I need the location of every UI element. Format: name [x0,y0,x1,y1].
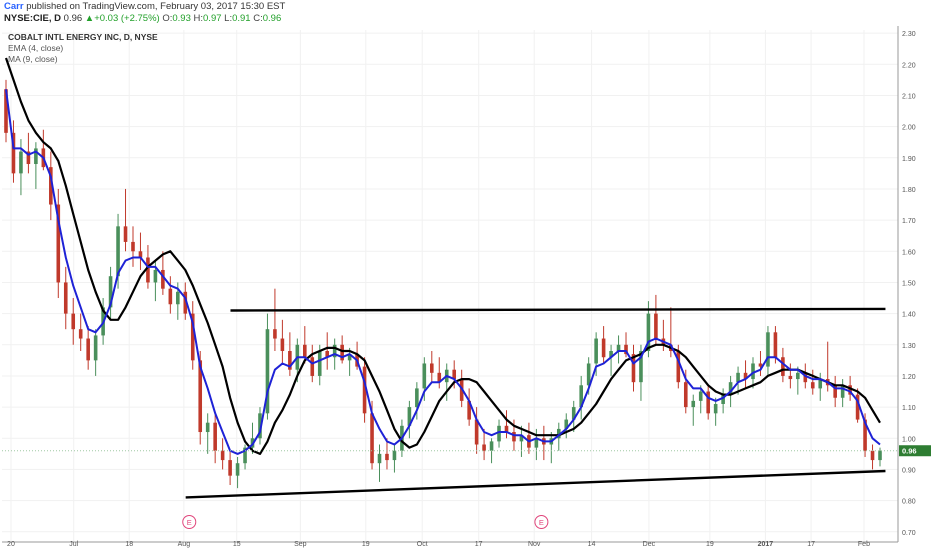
candle-body [220,450,225,461]
time-tick-label: 2017 [758,541,774,548]
candle-body [116,226,120,277]
candle-body [280,338,285,352]
candle-body [176,291,180,305]
candle-body [713,403,718,414]
time-tick-label: 18 [125,541,133,548]
last-price-value: 0.96 [902,447,917,456]
candle-body [213,422,217,451]
price-tick-label: 1.10 [902,405,916,412]
candle-body [205,422,210,433]
candle-body [370,413,374,464]
candle-body [78,329,83,339]
time-tick-label: 19 [362,541,370,548]
time-tick-label: Dec [643,541,656,548]
candle-body [385,453,389,461]
price-tick-label: 1.40 [902,312,916,319]
legend-symbol-name: COBALT INTL ENERGY INC, D, NYSE [8,32,158,42]
price-tick-label: 1.30 [902,343,916,350]
price-tick-label: 1.70 [902,218,916,225]
candle-body [594,338,598,364]
time-tick-label: 17 [807,541,815,548]
candle-body [840,385,845,398]
price-tick-label: 2.20 [902,62,916,69]
candle-body [93,335,98,361]
price-tick-label: 1.20 [902,374,916,381]
earnings-letter: E [539,518,544,527]
price-tick-label: 2.10 [902,93,916,100]
candle-body [415,388,419,408]
candle-body [878,450,882,461]
candle-body [310,357,315,376]
candle-body [788,375,793,380]
candle-body [303,344,307,358]
candle-body [123,226,128,242]
price-tick-label: 1.50 [902,280,916,287]
time-tick-label: 19 [706,541,714,548]
time-tick-label: Feb [858,541,870,548]
price-tick-label: 0.70 [902,530,916,537]
candle-body [781,357,785,376]
candle-body [810,382,815,389]
candle-body [235,463,240,476]
time-tick-label: 15 [233,541,241,548]
legend-ma: MA (9, close) [8,54,58,64]
time-tick-label: 14 [588,541,596,548]
chart-background [0,26,932,550]
candle-body [870,450,875,461]
candle-body [71,313,76,330]
candle-body [422,363,427,389]
candle-down [56,188,61,299]
candle-body [377,453,382,464]
candle-body [153,269,158,283]
time-tick-label: Sep [294,541,307,548]
candle-body [796,372,800,380]
legend-ema: EMA (4, close) [8,43,64,53]
price-tick-label: 1.00 [902,436,916,443]
candle-body [317,351,322,376]
price-tick-label: 1.90 [902,156,916,163]
time-tick-label: 20 [7,541,15,548]
candle-body [766,332,770,367]
candle-body [429,363,434,373]
candle-body [273,329,277,339]
candle-body [489,441,494,451]
time-tick-label: 17 [475,541,483,548]
candle-body [482,444,486,451]
candle-body [601,338,606,358]
candle-body [698,391,703,401]
candle-body [773,332,778,358]
time-tick-label: Jul [69,541,78,548]
candle-body [691,400,696,408]
candle-body [512,432,516,442]
earnings-marker[interactable]: E [534,515,549,529]
candle-body [654,313,658,339]
candle-body [86,338,90,361]
price-tick-label: 2.30 [902,31,916,38]
trendline-resistance[interactable] [230,307,886,312]
time-tick-label: Oct [417,541,428,548]
earnings-marker[interactable]: E [182,515,197,529]
price-chart[interactable]: 0.70 0.80 0.90 1.00 1.10 1.20 1.30 1.40 1.50 1.60… [0,0,932,550]
time-tick-label: Aug [178,541,191,548]
candle-body [19,151,23,174]
price-tick-label: 1.60 [902,249,916,256]
candle-body [63,282,68,314]
candle-body [683,382,688,408]
candle-body [168,288,173,305]
time-tick-label: Nov [528,541,541,548]
price-tick-label: 1.80 [902,187,916,194]
earnings-letter: E [187,518,192,527]
candle-body [392,450,397,461]
candle-body [131,241,135,252]
price-tick-label: 0.90 [902,467,916,474]
candle-body [228,460,232,476]
price-tick-label: 0.80 [902,499,916,506]
price-tick-label: 2.00 [902,125,916,132]
chart-legend: COBALT INTL ENERGY INC, D, NYSE EMA (4, … [8,32,158,65]
